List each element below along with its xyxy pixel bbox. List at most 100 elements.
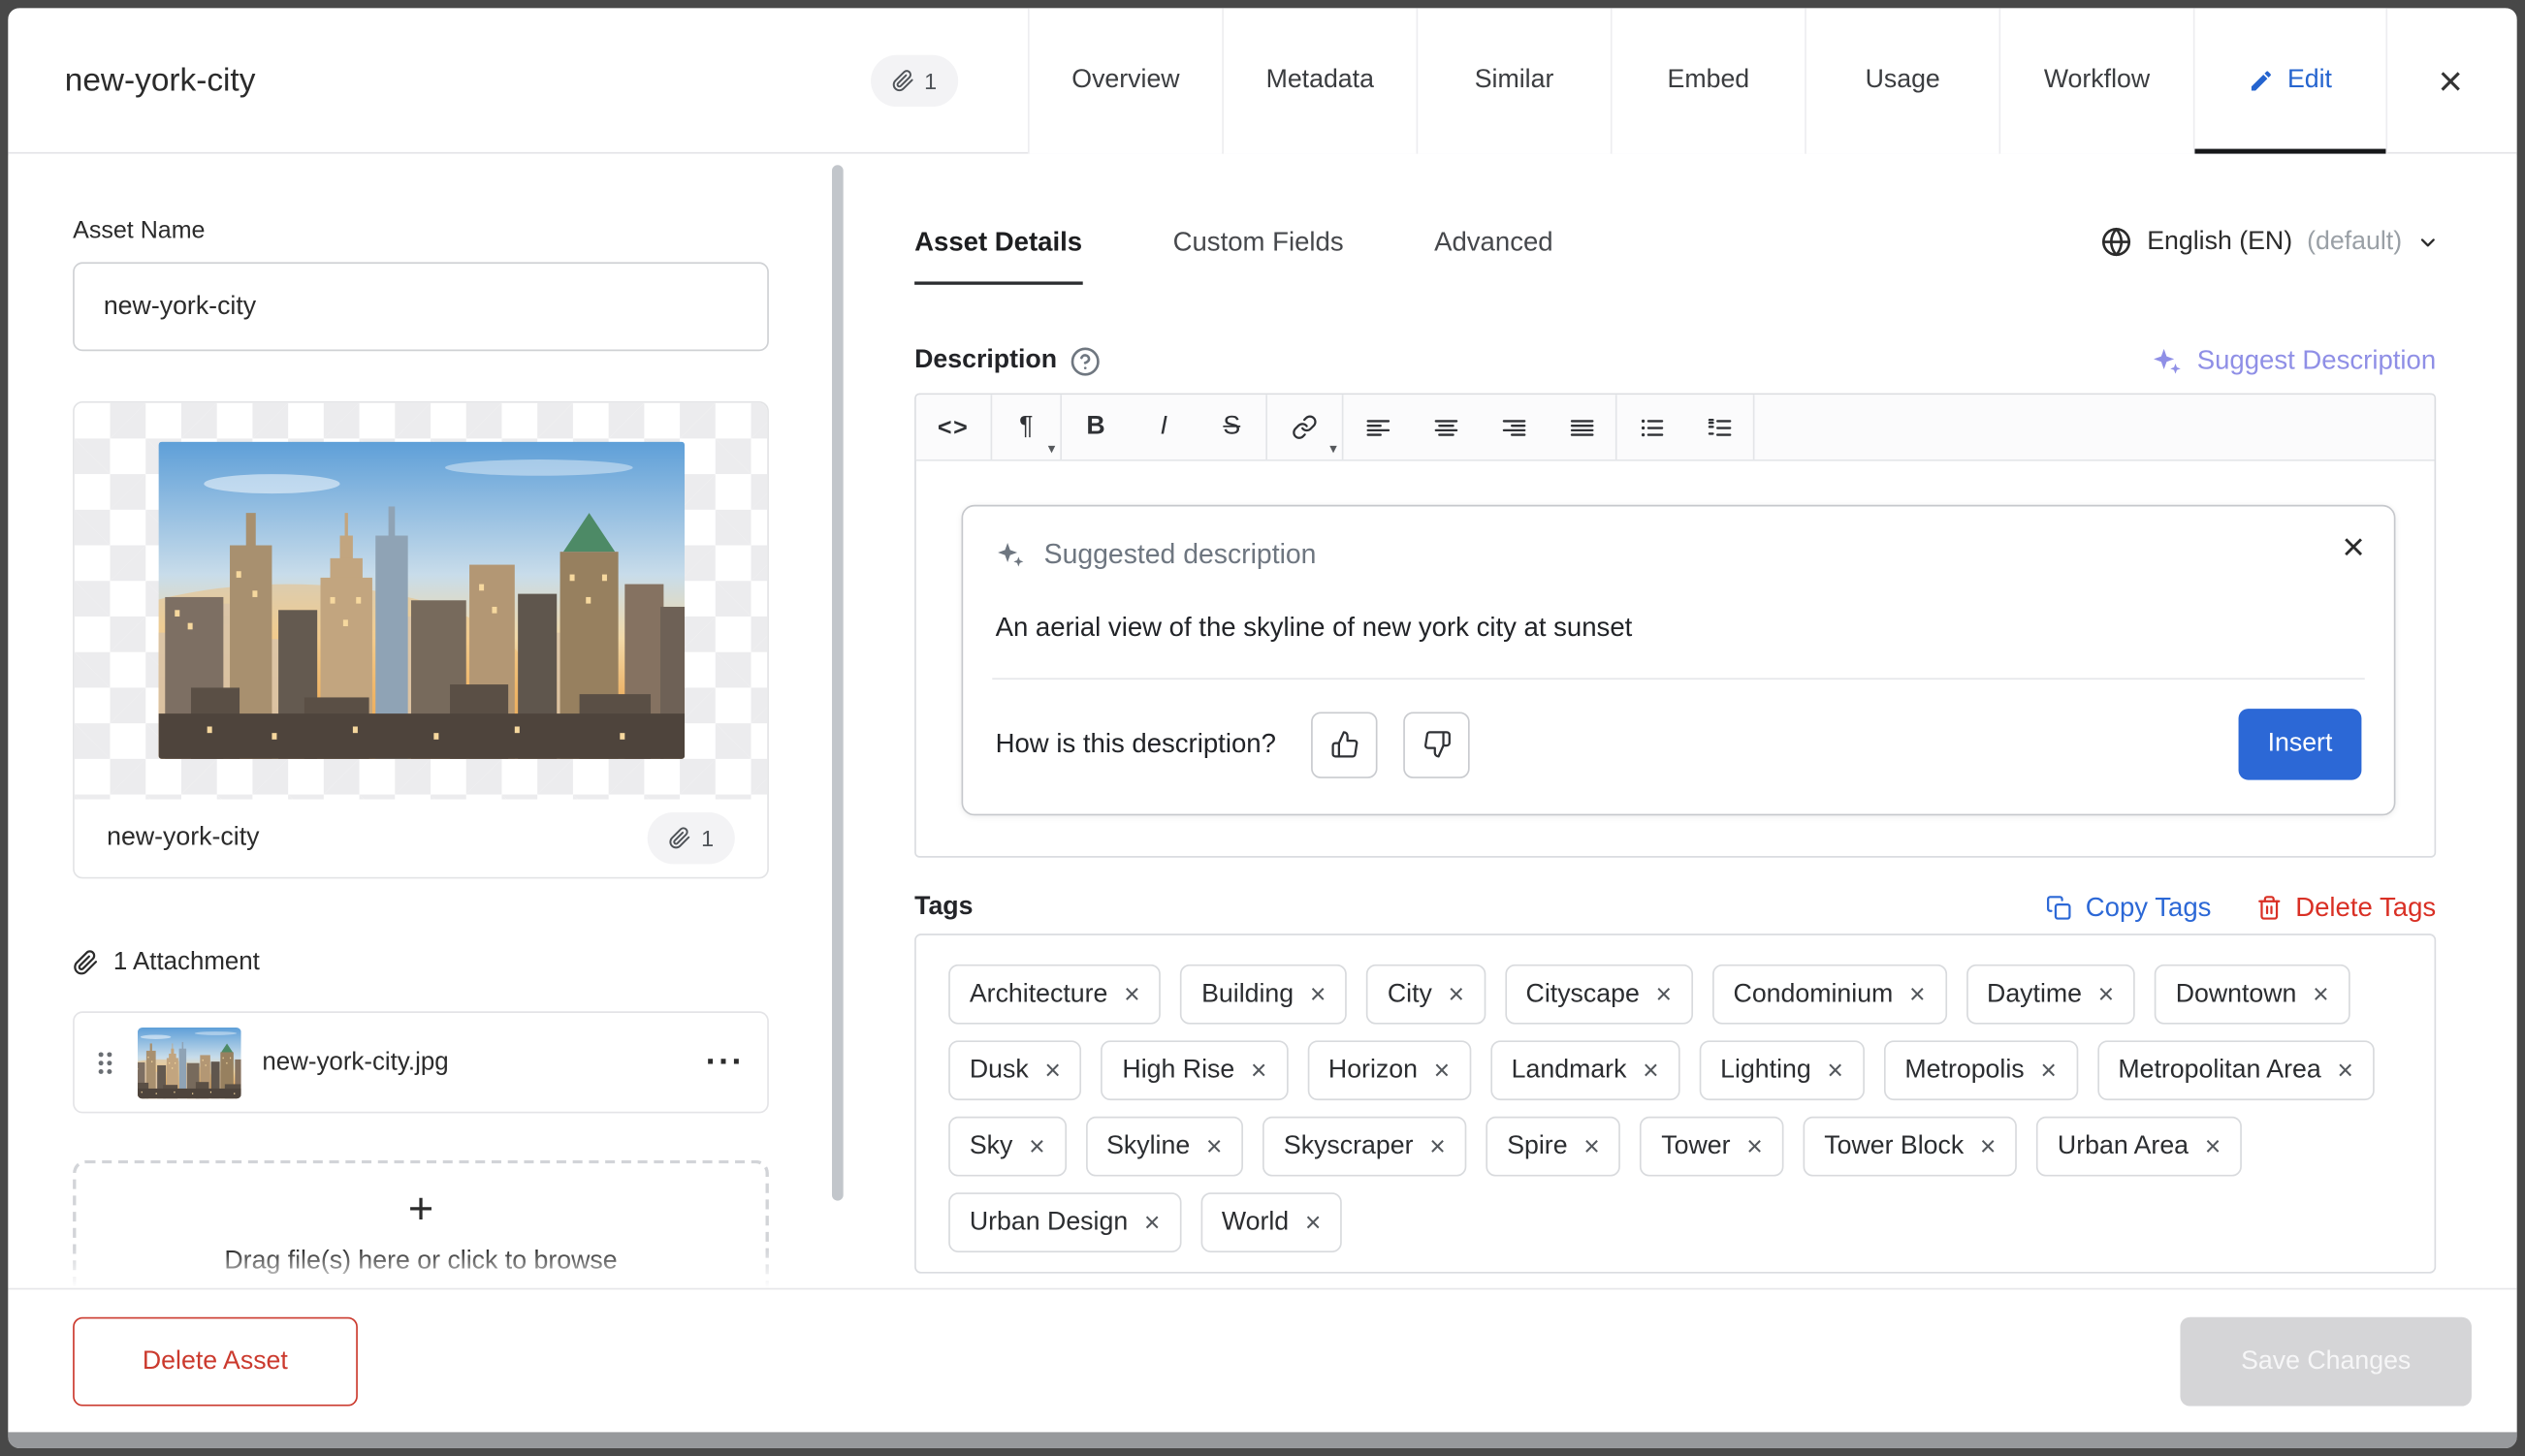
subtab-asset-details[interactable]: Asset Details [914, 201, 1082, 285]
attachment-menu-icon[interactable]: ··· [706, 1045, 745, 1079]
strikethrough-icon[interactable]: S [1198, 395, 1265, 459]
remove-tag-icon[interactable]: × [1029, 1132, 1045, 1159]
remove-tag-icon[interactable]: × [1310, 981, 1326, 1008]
tag-chip: Tower × [1640, 1116, 1784, 1177]
vertical-scrollbar[interactable] [831, 165, 844, 1201]
remove-tag-icon[interactable]: × [1434, 1057, 1451, 1084]
suggestion-card-title: Suggested description [1043, 538, 1317, 570]
suggested-description-card: Suggested description × An aerial view o… [961, 504, 2396, 816]
remove-tag-icon[interactable]: × [1206, 1132, 1223, 1159]
subtab-advanced[interactable]: Advanced [1434, 201, 1553, 285]
remove-tag-icon[interactable]: × [1909, 981, 1926, 1008]
remove-tag-icon[interactable]: × [1251, 1057, 1267, 1084]
tag-label: Downtown [2175, 979, 2297, 1008]
tab-metadata[interactable]: Metadata [1222, 8, 1417, 154]
preview-footer: new-york-city 1 [74, 799, 768, 877]
align-left-icon[interactable] [1343, 395, 1411, 459]
asset-title: new-york-city [64, 62, 256, 98]
edit-subtabs: Asset Details Custom Fields Advanced [914, 201, 1553, 285]
asset-name-input[interactable] [73, 262, 769, 352]
code-view-icon[interactable]: <> [916, 395, 991, 459]
tag-chip: Sky × [948, 1116, 1067, 1177]
trash-icon [2258, 896, 2281, 920]
subtab-custom-fields[interactable]: Custom Fields [1173, 201, 1344, 285]
remove-tag-icon[interactable]: × [1583, 1132, 1600, 1159]
tab-embed[interactable]: Embed [1610, 8, 1806, 154]
drag-handle-icon[interactable] [94, 1048, 116, 1077]
remove-tag-icon[interactable]: × [1044, 1057, 1061, 1084]
align-right-icon[interactable] [1480, 395, 1548, 459]
thumbs-down-button[interactable] [1403, 711, 1471, 778]
remove-tag-icon[interactable]: × [2337, 1057, 2353, 1084]
feedback-question: How is this description? [995, 728, 1276, 759]
card-divider [992, 678, 2365, 681]
file-dropzone[interactable]: + Drag file(s) here or click to browse [73, 1159, 769, 1288]
link-icon[interactable]: ▾ [1267, 395, 1342, 459]
dropzone-label: Drag file(s) here or click to browse [224, 1248, 618, 1277]
copy-tags-button[interactable]: Copy Tags [2047, 893, 2211, 924]
tag-chip: Lighting × [1699, 1040, 1865, 1101]
language-selector[interactable]: English (EN) (default) [2101, 227, 2439, 258]
remove-tag-icon[interactable]: × [2098, 981, 2115, 1008]
window-bottom-strip [8, 1432, 2517, 1448]
close-icon[interactable]: × [2342, 525, 2364, 571]
asset-sidebar: Asset Name new-york-city 1 1 Attachment [8, 155, 837, 1288]
ordered-list-icon[interactable] [1685, 395, 1753, 459]
remove-tag-icon[interactable]: × [1124, 981, 1140, 1008]
description-header-row: Description Suggest Description [914, 338, 2436, 384]
remove-tag-icon[interactable]: × [1643, 1057, 1659, 1084]
delete-tags-button[interactable]: Delete Tags [2256, 893, 2436, 924]
bullet-list-icon[interactable] [1617, 395, 1685, 459]
sparkles-icon [2154, 348, 2182, 373]
language-default-suffix: (default) [2307, 227, 2403, 255]
asset-preview-image [159, 442, 685, 759]
asset-name-label: Asset Name [73, 216, 206, 245]
tag-chip: Metropolitan Area × [2096, 1040, 2375, 1101]
remove-tag-icon[interactable]: × [1746, 1132, 1763, 1159]
tag-label: Tower Block [1824, 1131, 1965, 1160]
thumbs-up-button[interactable] [1311, 711, 1379, 778]
remove-tag-icon[interactable]: × [1449, 981, 1465, 1008]
remove-tag-icon[interactable]: × [2205, 1132, 2221, 1159]
tab-edit[interactable]: Edit [2192, 8, 2388, 154]
language-label: English (EN) [2147, 227, 2293, 255]
copy-icon [2047, 896, 2072, 920]
tag-label: Metropolitan Area [2118, 1056, 2321, 1084]
align-center-icon[interactable] [1412, 395, 1480, 459]
close-icon[interactable]: × [2419, 50, 2480, 111]
remove-tag-icon[interactable]: × [1144, 1209, 1161, 1236]
tab-label: Edit [2286, 66, 2332, 94]
tab-overview[interactable]: Overview [1027, 8, 1223, 154]
delete-asset-button[interactable]: Delete Asset [73, 1316, 358, 1407]
remove-tag-icon[interactable]: × [1827, 1057, 1843, 1084]
remove-tag-icon[interactable]: × [1429, 1132, 1446, 1159]
paragraph-format-icon[interactable]: ¶ ▾ [992, 395, 1060, 459]
tag-label: Architecture [969, 979, 1108, 1008]
tab-label: Similar [1474, 66, 1554, 94]
header-tabs: Overview Metadata Similar Embed Usage Wo… [1027, 8, 2388, 154]
save-changes-button[interactable]: Save Changes [2180, 1316, 2472, 1407]
remove-tag-icon[interactable]: × [1980, 1132, 1997, 1159]
remove-tag-icon[interactable]: × [2040, 1057, 2057, 1084]
remove-tag-icon[interactable]: × [2313, 981, 2329, 1008]
tag-label: Tower [1661, 1131, 1731, 1160]
tab-label: Metadata [1265, 66, 1374, 94]
tab-similar[interactable]: Similar [1416, 8, 1611, 154]
tab-workflow[interactable]: Workflow [1998, 8, 2193, 154]
suggest-description-button[interactable]: Suggest Description [2152, 345, 2436, 376]
help-icon[interactable] [1070, 345, 1101, 376]
bold-icon[interactable]: B [1062, 395, 1130, 459]
tab-usage[interactable]: Usage [1805, 8, 1999, 154]
attachment-thumbnail [138, 1027, 241, 1097]
align-justify-icon[interactable] [1548, 395, 1615, 459]
tag-chip: Skyscraper × [1262, 1116, 1467, 1177]
attachment-row: new-york-city.jpg ··· [73, 1011, 769, 1114]
insert-button[interactable]: Insert [2238, 709, 2362, 780]
italic-icon[interactable]: I [1130, 395, 1198, 459]
tag-chip: Downtown × [2155, 964, 2350, 1025]
remove-tag-icon[interactable]: × [1305, 1209, 1322, 1236]
remove-tag-icon[interactable]: × [1656, 981, 1673, 1008]
pencil-icon [2252, 71, 2272, 91]
tab-label: Usage [1865, 66, 1940, 94]
tag-label: City [1387, 979, 1432, 1008]
